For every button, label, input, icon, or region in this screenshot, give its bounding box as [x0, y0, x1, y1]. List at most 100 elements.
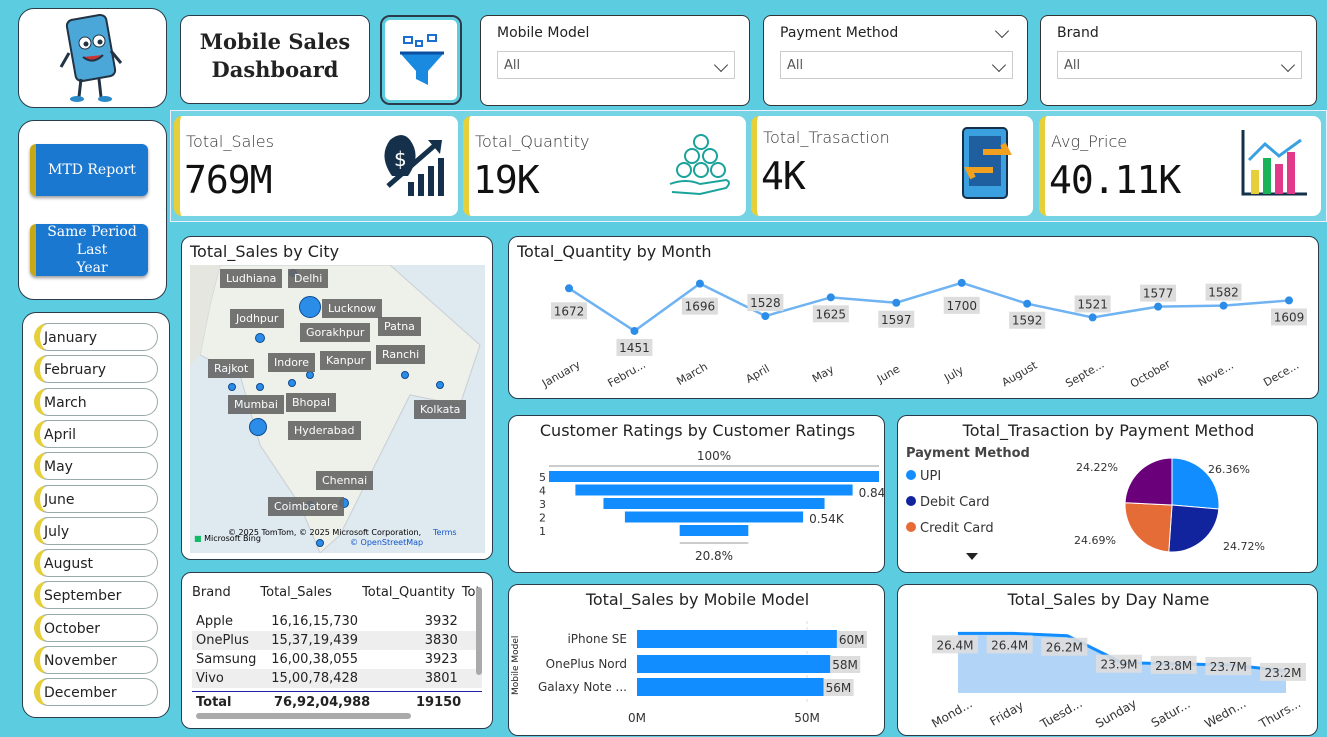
brand-dropdown[interactable]: All	[1057, 51, 1302, 79]
funnel-bar	[624, 511, 804, 523]
data-point	[1154, 302, 1163, 311]
kpi-label: Total_Trasaction	[763, 128, 890, 147]
table-row[interactable]: Apple 16,16,15,730 3932	[192, 612, 482, 631]
table-cell: 15,37,19,439	[271, 633, 359, 648]
bar-label: 56M	[826, 681, 852, 695]
x-tick-label: March	[674, 360, 710, 388]
x-tick-label: Mond...	[929, 696, 974, 730]
month-item-july[interactable]: July	[34, 516, 158, 545]
kpi-label: Avg_Price	[1051, 132, 1128, 151]
model-category: Galaxy Note ...	[538, 680, 627, 694]
city-label: Mumbai	[228, 395, 284, 414]
mobile-model-slicer[interactable]: Mobile Model All	[480, 15, 750, 106]
terms-link[interactable]: Terms	[433, 528, 457, 537]
month-item-november[interactable]: November	[34, 646, 158, 674]
data-label: 1597	[881, 313, 912, 327]
data-label: 26.4M	[991, 638, 1028, 652]
table-row[interactable]: OnePlus 15,37,19,439 3830	[192, 631, 482, 650]
x-tick-label: January	[539, 358, 583, 391]
filter-button[interactable]	[380, 15, 462, 105]
spl-label-line1: Same Period Last	[47, 224, 137, 258]
table-row[interactable]: Samsung 16,00,38,055 3923	[192, 650, 482, 669]
mtd-report-button[interactable]: MTD Report	[30, 144, 148, 196]
city-bubble[interactable]	[306, 371, 314, 379]
table-cell: Samsung	[196, 652, 257, 667]
funnel-filter-icon	[400, 34, 444, 85]
horizontal-scrollbar[interactable]	[196, 713, 411, 719]
osm-link[interactable]: © OpenStreetMap	[350, 538, 423, 547]
month-item-march[interactable]: March	[34, 387, 158, 416]
city-bubble[interactable]	[288, 379, 296, 387]
chevron-down-icon	[991, 57, 1007, 73]
same-period-last-year-button[interactable]: Same Period Last Year	[30, 224, 148, 276]
month-item-october[interactable]: October	[34, 613, 158, 642]
city-bubble[interactable]	[256, 383, 264, 391]
city-bubble[interactable]	[316, 539, 324, 547]
brand-slicer[interactable]: Brand All	[1040, 15, 1317, 106]
x-tick-label: June	[874, 362, 902, 386]
payment-method-dropdown[interactable]: All	[780, 51, 1013, 79]
bar-chart-icon	[1241, 130, 1307, 196]
month-item-january[interactable]: January	[34, 323, 158, 351]
city-bubble[interactable]	[436, 381, 444, 389]
city-label: Jodhpur	[230, 309, 285, 328]
map-copyright: © 2025 TomTom, © 2025 Microsoft Corporat…	[228, 528, 422, 537]
payment-method-slicer[interactable]: Payment Method All	[763, 15, 1028, 106]
mobile-model-dropdown[interactable]: All	[497, 51, 735, 79]
city-bubble[interactable]	[299, 296, 321, 318]
table-header-row: Brand Total_Sales Total_Quantity Tot	[192, 585, 482, 612]
table-cell: Apple	[196, 614, 234, 629]
pie-slice	[1168, 504, 1220, 553]
month-item-september[interactable]: September	[34, 581, 158, 610]
pie-data-label: 24.69%	[1074, 534, 1116, 547]
month-item-april[interactable]: April	[34, 419, 158, 448]
chevron-down-icon[interactable]	[994, 23, 1010, 39]
data-point	[892, 298, 901, 307]
data-label: 1528	[750, 296, 781, 310]
svg-text:$: $	[394, 147, 407, 171]
city-bubble[interactable]	[255, 333, 265, 343]
data-label: 23.2M	[1264, 666, 1301, 680]
payment-method-slicer-title: Payment Method	[780, 25, 899, 41]
city-label: Delhi	[288, 269, 329, 288]
quantity-series-line	[568, 281, 1290, 333]
payment-pie-chart[interactable]: 26.36% 24.72% 24.69% 24.22%	[898, 416, 1319, 574]
day-area-chart[interactable]: 26.4M Mond... 26.4M Friday 26.2M Tuesd... 23.9…	[898, 585, 1319, 737]
kpi-value: 19K	[473, 158, 540, 202]
data-label: 26.2M	[1046, 641, 1083, 655]
month-item-august[interactable]: August	[34, 549, 158, 578]
city-label: Indore	[268, 353, 315, 372]
month-item-december[interactable]: December	[34, 678, 158, 707]
data-label: 23.7M	[1210, 660, 1247, 674]
model-bar-chart[interactable]: iPhone SE 60M OnePlus Nord 58M Galaxy Note .…	[509, 585, 886, 737]
ratings-bar-chart[interactable]: 100% 54321 0.84K 0.54K 20.8%	[509, 416, 886, 574]
header-total-sales[interactable]: Total_Sales	[260, 585, 362, 612]
quantity-line-chart[interactable]: 1672 January 1451 Febru... 1696 March 1528 Apri…	[509, 237, 1320, 400]
chevron-down-icon	[1280, 57, 1296, 73]
month-item-february[interactable]: February	[34, 355, 158, 384]
month-item-may[interactable]: May	[34, 452, 158, 481]
x-tick-label: Friday	[987, 698, 1026, 728]
city-bubble[interactable]	[401, 371, 409, 379]
pie-data-label: 24.72%	[1223, 540, 1265, 553]
x-tick-label: Thurs...	[1256, 696, 1303, 731]
data-label: 1700	[946, 299, 977, 313]
table-row[interactable]: Vivo 15,00,78,428 3801	[192, 669, 482, 688]
city-bubble[interactable]	[228, 383, 236, 391]
header-total-quantity[interactable]: Total_Quantity	[362, 585, 462, 612]
city-bubble[interactable]	[249, 418, 267, 436]
map-title: Total_Sales by City	[190, 242, 340, 261]
city-label: Gorakhpur	[300, 323, 371, 342]
header-brand[interactable]: Brand	[192, 585, 260, 612]
data-label: 1672	[554, 304, 585, 318]
kpi-label: Total_Sales	[186, 132, 274, 151]
vertical-scrollbar[interactable]	[476, 587, 482, 675]
table-total-row: Total 76,92,04,988 19150	[192, 691, 482, 713]
map-canvas[interactable]: Ludhiana Delhi Lucknow Jodhpur Gorakhpur Patn…	[190, 265, 485, 553]
data-point	[1219, 301, 1228, 310]
x-tick-label: Tuesd...	[1037, 696, 1085, 732]
month-item-june[interactable]: June	[34, 484, 158, 513]
rating-tick: 5	[539, 471, 546, 484]
data-label: 1582	[1208, 286, 1239, 300]
x-tick-label: Nove...	[1196, 359, 1236, 390]
